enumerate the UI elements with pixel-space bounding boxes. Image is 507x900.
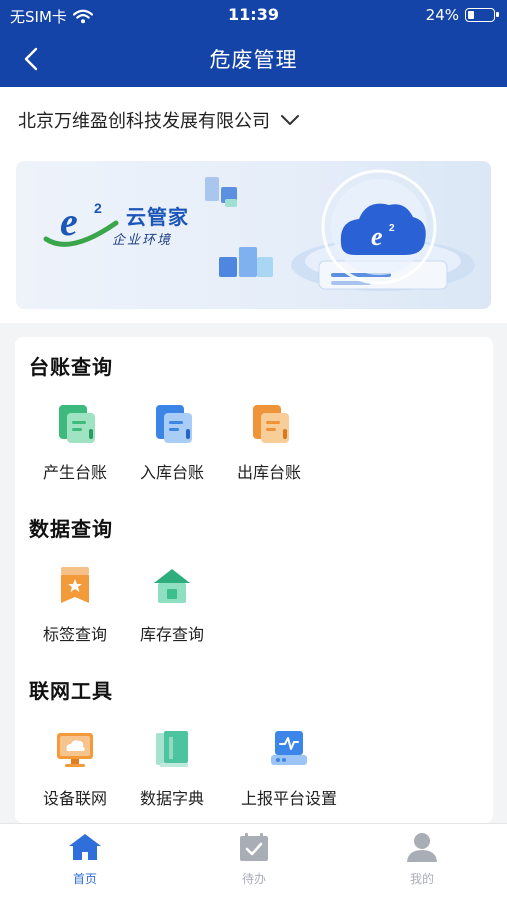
svg-text:2: 2 bbox=[389, 223, 395, 234]
tile-label: 出库台账 bbox=[236, 463, 301, 482]
status-right: 24% bbox=[425, 6, 499, 24]
ledger-outbound-button[interactable]: 出库台账 bbox=[224, 401, 314, 483]
section-title-data: 数据查询 bbox=[29, 517, 113, 541]
document-icon bbox=[253, 405, 289, 443]
ledger-generate-button[interactable]: 产生台账 bbox=[30, 401, 120, 483]
home-icon bbox=[69, 834, 101, 860]
inventory-query-button[interactable]: 库存查询 bbox=[127, 563, 217, 645]
battery-percent: 24% bbox=[425, 6, 459, 24]
tag-icon bbox=[61, 567, 89, 603]
tab-label: 我的 bbox=[409, 872, 434, 886]
svg-text:e: e bbox=[371, 222, 383, 251]
warehouse-icon bbox=[154, 569, 190, 603]
status-bar: 无SIM卡 11:39 24% bbox=[0, 0, 507, 30]
tile-label: 数据字典 bbox=[139, 789, 204, 808]
calendar-check-icon bbox=[240, 833, 268, 861]
tag-query-button[interactable]: 标签查询 bbox=[30, 563, 120, 645]
section-title-ledger: 台账查询 bbox=[29, 355, 113, 379]
tab-label: 首页 bbox=[72, 872, 97, 886]
tile-label: 标签查询 bbox=[42, 625, 107, 644]
document-icon bbox=[59, 405, 95, 443]
book-icon bbox=[156, 731, 188, 767]
document-icon bbox=[156, 405, 192, 443]
logo-sup: 2 bbox=[94, 200, 102, 216]
nav-bar: 危废管理 bbox=[0, 30, 507, 87]
tab-home[interactable]: 首页 bbox=[35, 832, 135, 887]
section-title-network: 联网工具 bbox=[29, 679, 113, 703]
company-area: 北京万维盈创科技发展有限公司 e 2 云管家 企业环境 e 2 bbox=[0, 87, 507, 323]
device-network-button[interactable]: 设备联网 bbox=[30, 727, 120, 809]
tile-label: 入库台账 bbox=[139, 463, 204, 482]
ledger-inbound-button[interactable]: 入库台账 bbox=[127, 401, 217, 483]
promo-banner[interactable]: e 2 云管家 企业环境 e 2 bbox=[16, 161, 491, 309]
function-panel: 台账查询 产生台账 入库台账 出库台账 数据查询 标签查询 库存查询 联网工具 … bbox=[15, 337, 493, 823]
tile-label: 产生台账 bbox=[42, 463, 107, 482]
banner-subtitle: 企业环境 bbox=[112, 233, 173, 248]
battery-icon bbox=[465, 8, 499, 22]
tile-label: 设备联网 bbox=[42, 789, 107, 808]
data-dictionary-button[interactable]: 数据字典 bbox=[127, 727, 217, 809]
tab-label: 待办 bbox=[241, 872, 266, 886]
tab-mine[interactable]: 我的 bbox=[372, 832, 472, 887]
page-title: 危废管理 bbox=[209, 48, 298, 72]
banner-illustration: e 2 bbox=[205, 169, 475, 291]
tile-label: 库存查询 bbox=[139, 625, 204, 644]
banner-brand: 云管家 bbox=[126, 205, 189, 229]
company-selector[interactable]: 北京万维盈创科技发展有限公司 bbox=[18, 107, 300, 133]
tab-bar: 首页 待办 我的 bbox=[0, 823, 507, 900]
platform-settings-icon bbox=[271, 731, 307, 765]
tile-label: 上报平台设置 bbox=[240, 789, 337, 808]
chevron-down-icon bbox=[281, 115, 299, 125]
report-platform-settings-button[interactable]: 上报平台设置 bbox=[224, 727, 354, 809]
logo-letter: e bbox=[60, 199, 78, 244]
cloud-monitor-icon bbox=[57, 733, 93, 767]
tab-todo[interactable]: 待办 bbox=[204, 832, 304, 887]
user-icon bbox=[407, 833, 437, 862]
company-name: 北京万维盈创科技发展有限公司 bbox=[18, 111, 270, 132]
